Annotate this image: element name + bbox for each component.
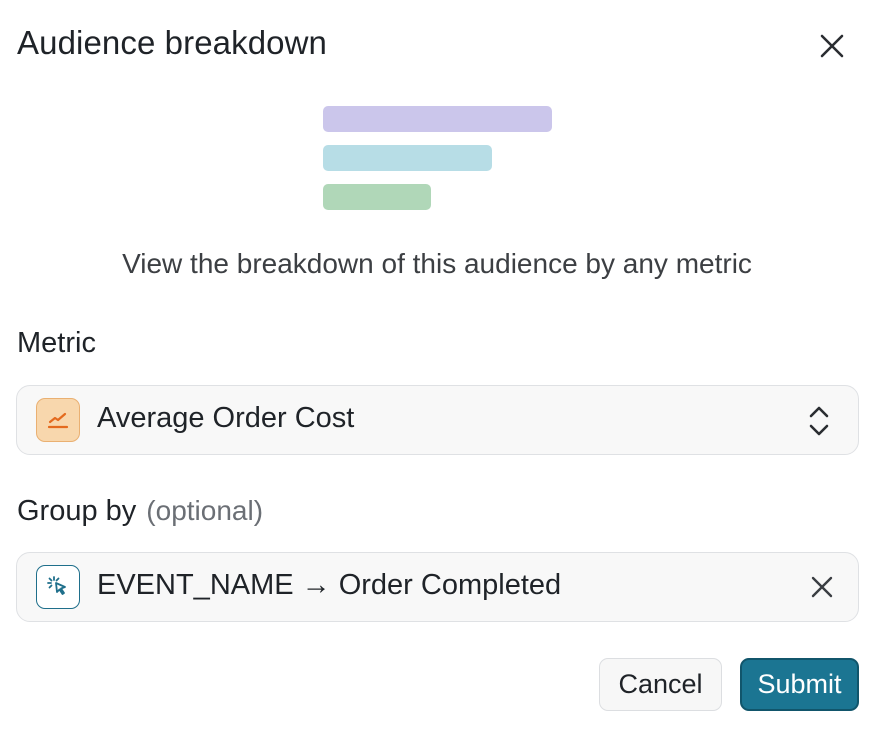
clear-icon <box>811 576 833 598</box>
submit-button[interactable]: Submit <box>740 658 859 711</box>
clear-group-by-button[interactable] <box>804 569 840 605</box>
metric-line-chart-icon <box>36 398 80 442</box>
group-by-label: Group by (optional) <box>17 495 263 528</box>
metric-value: Average Order Cost <box>97 402 355 434</box>
illustration-bar <box>323 106 552 132</box>
close-icon <box>820 34 844 58</box>
group-by-value: EVENT_NAME → Order Completed <box>97 569 562 601</box>
close-button[interactable] <box>812 26 852 66</box>
group-by-label-text: Group by <box>17 495 137 527</box>
dialog-title: Audience breakdown <box>17 24 328 61</box>
audience-breakdown-dialog: Audience breakdown View the breakdown of… <box>0 0 884 738</box>
illustration-bar <box>323 145 492 171</box>
event-click-icon <box>36 565 80 609</box>
group-by-select[interactable]: EVENT_NAME → Order Completed <box>16 552 859 622</box>
illustration-bar <box>323 184 431 210</box>
metric-label: Metric <box>17 327 96 359</box>
chevron-up-down-icon <box>809 406 829 436</box>
optional-hint: (optional) <box>146 495 264 526</box>
cancel-button[interactable]: Cancel <box>599 658 722 711</box>
dialog-description: View the breakdown of this audience by a… <box>122 248 752 279</box>
metric-select[interactable]: Average Order Cost <box>16 385 859 455</box>
